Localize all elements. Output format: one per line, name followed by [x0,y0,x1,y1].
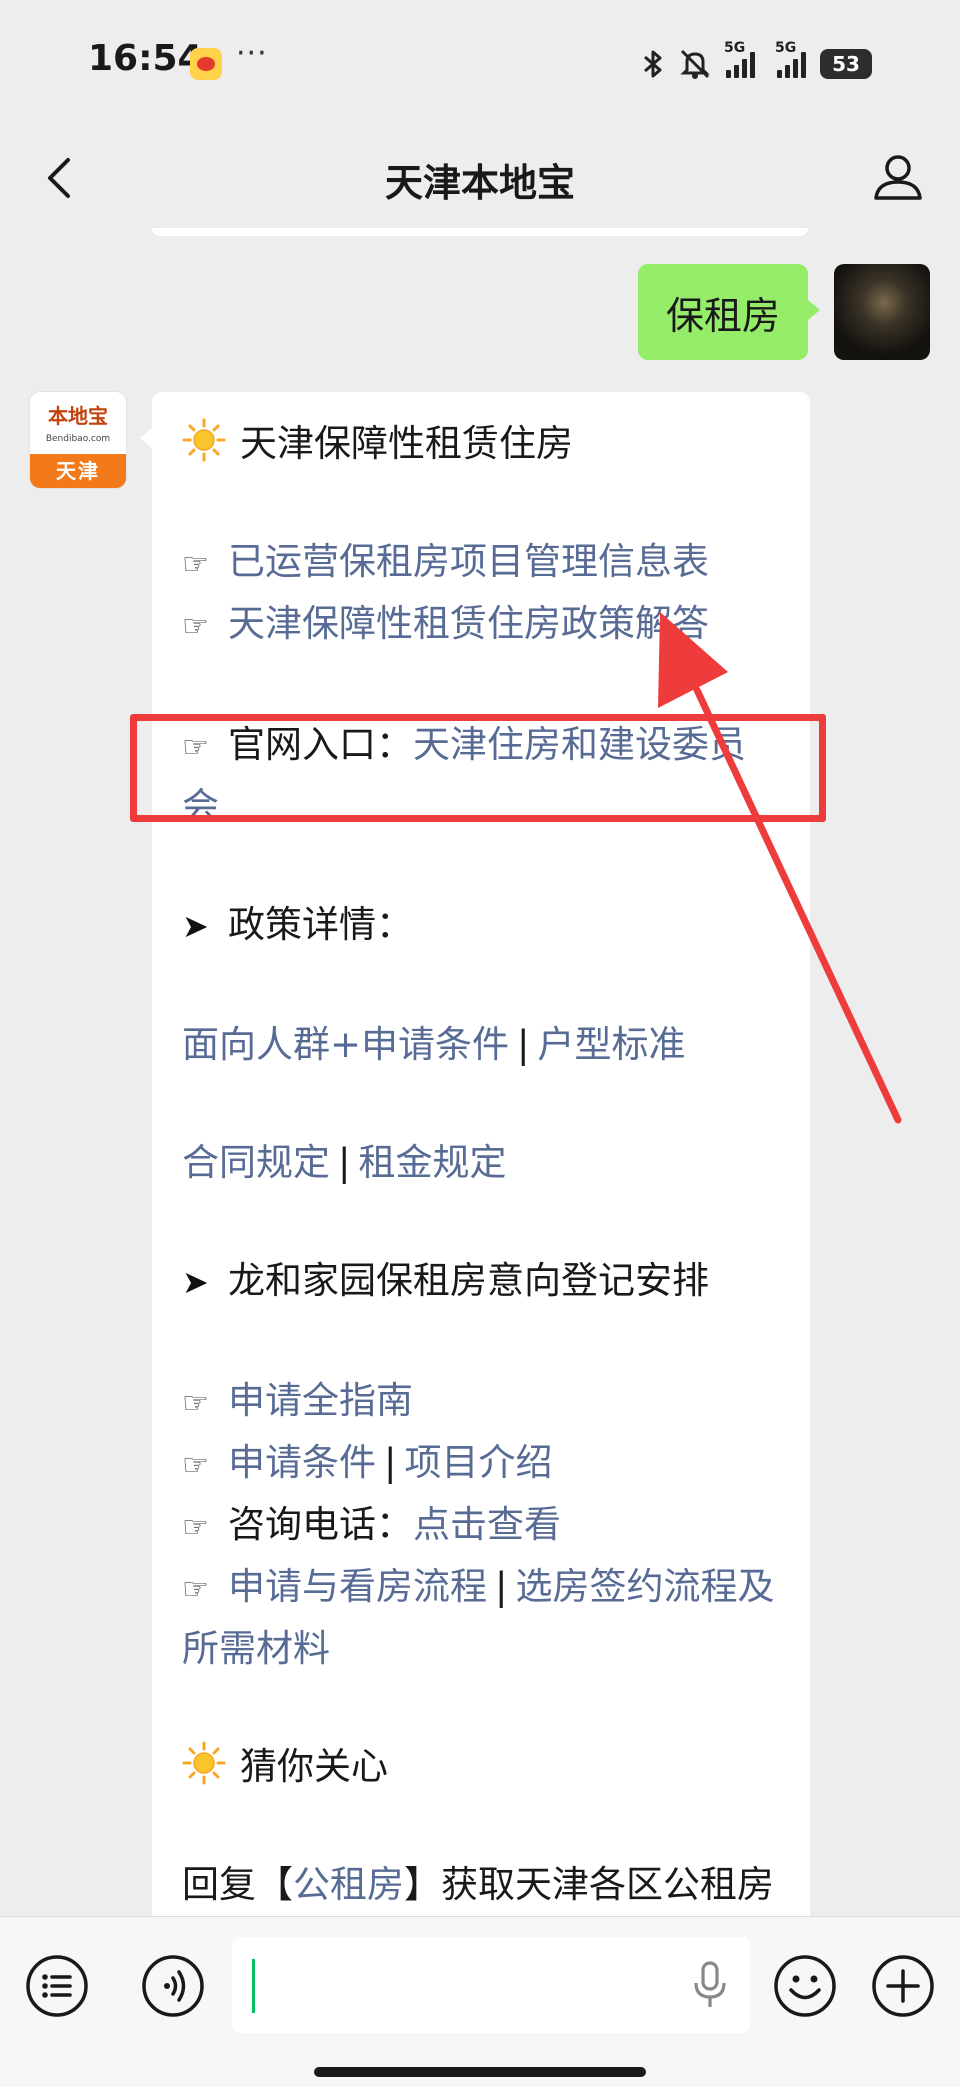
user-message-bubble[interactable]: 保租房 [637,264,821,360]
profile-icon[interactable] [870,148,926,204]
list-item: ☞ 申请条件 | 项目介绍 [182,1433,780,1495]
sun-icon [182,418,226,462]
list-item: ☞ 已运营保租房项目管理信息表 [182,532,780,594]
list-item: ☞ 咨询电话：点击查看 [182,1495,780,1557]
battery-icon: 53 [820,49,872,79]
user-message-text: 保租房 [665,293,780,338]
reply-prefix: 回复【 [182,1863,293,1906]
avatar-logo-url: Bendibao.com [45,434,111,444]
pointing-hand-icon: ☞ [182,1510,209,1545]
list-item: ☞ 天津保障性租赁住房政策解答 [182,594,780,656]
link-target-group-conditions[interactable]: 面向人群+申请条件 [182,1023,509,1066]
heading-line: 猜你关心 [182,1737,780,1796]
message-input[interactable] [232,1937,750,2033]
link-project-intro[interactable]: 项目介绍 [404,1441,552,1484]
status-icons: 5G 5G 53 [642,40,872,82]
pointing-hand-icon: ☞ [182,730,209,765]
chat-messages: 保租房 本地宝 Bendibao.com 天津 天津保障性租赁住房 ☞ 已运营保租… [0,228,960,1916]
chat-title: 天津本地宝 [384,161,575,205]
plus-icon[interactable] [870,1953,936,2019]
reply-hint: 回复【公租房】获取天津各区公租房房源信息＋申请入口及指南 [182,1855,780,1916]
separator: | [384,1441,397,1484]
bot-message-bubble: 天津保障性租赁住房 ☞ 已运营保租房项目管理信息表 ☞ 天津保障性租赁住房政策解答 … [140,392,810,1916]
official-site-label: 官网入口： [228,723,413,766]
section-heading: ➤ 政策详情： [182,895,780,956]
chat-header: 天津本地宝 [0,128,960,228]
avatar-logo-text: 本地宝 [48,404,108,428]
pointing-hand-icon: ☞ [182,1572,209,1607]
arrow-bullet-icon: ➤ [182,1263,209,1301]
section-heading: ➤ 龙和家园保租房意向登记安排 [182,1251,780,1312]
more-notifications-indicator: ··· [236,36,268,71]
link-view-phone[interactable]: 点击查看 [413,1503,561,1546]
list-item: 面向人群+申请条件 | 户型标准 [182,1015,780,1074]
pointing-hand-icon: ☞ [182,547,209,582]
link-contract-rules[interactable]: 合同规定 [182,1141,330,1184]
message-heading: 天津保障性租赁住房 [240,422,573,465]
link-application-conditions[interactable]: 申请条件 [228,1441,376,1484]
link-rental-project-info-table[interactable]: 已运营保租房项目管理信息表 [228,540,709,583]
link-rent-rules[interactable]: 租金规定 [358,1141,506,1184]
policy-heading: 政策详情： [228,903,413,946]
list-item: 合同规定 | 租金规定 [182,1133,780,1192]
emoji-icon[interactable] [772,1953,838,2019]
separator: | [338,1141,351,1184]
link-unit-standards[interactable]: 户型标准 [537,1023,685,1066]
mute-bell-icon [680,49,710,79]
status-time: 16:54 [88,38,203,79]
list-item: ☞ 申请与看房流程 | 选房签约流程及所需材料 [182,1557,780,1678]
previous-message-bubble [152,228,808,236]
bot-avatar[interactable]: 本地宝 Bendibao.com 天津 [30,392,126,488]
sun-icon [182,1741,226,1785]
microphone-icon[interactable] [690,1961,730,2011]
pointing-hand-icon: ☞ [182,1448,209,1483]
cellular-signal-2-icon: 5G [775,40,806,78]
home-indicator[interactable] [314,2067,646,2077]
cellular-signal-1-icon: 5G [724,40,755,78]
pointing-hand-icon: ☞ [182,609,209,644]
avatar-logo-city: 天津 [30,454,126,488]
link-policy-answers[interactable]: 天津保障性租赁住房政策解答 [228,602,709,645]
status-bar: 16:54 ··· 5G 5G 53 [0,0,960,128]
arrow-bullet-icon: ➤ [182,907,209,945]
link-application-guide[interactable]: 申请全指南 [228,1379,413,1422]
text-cursor [252,1959,255,2013]
voice-input-icon[interactable] [140,1953,206,2019]
list-item: ☞ 申请全指南 [182,1371,780,1433]
weibo-notification-icon [190,48,222,80]
heading-line: 天津保障性租赁住房 [182,414,780,473]
phone-label: 咨询电话： [228,1503,413,1546]
pointing-hand-icon: ☞ [182,1386,209,1421]
link-public-rental[interactable]: 公租房 [293,1863,404,1906]
menu-list-icon[interactable] [24,1953,90,2019]
user-avatar[interactable] [834,264,930,360]
care-heading: 猜你关心 [240,1745,388,1788]
list-item: ☞ 官网入口：天津住房和建设委员会 [182,715,780,836]
input-bar [0,1916,960,2087]
bluetooth-icon [644,50,662,78]
separator: | [495,1565,508,1608]
separator: | [517,1023,530,1066]
link-application-viewing-process[interactable]: 申请与看房流程 [228,1565,487,1608]
registration-heading: 龙和家园保租房意向登记安排 [228,1259,709,1302]
